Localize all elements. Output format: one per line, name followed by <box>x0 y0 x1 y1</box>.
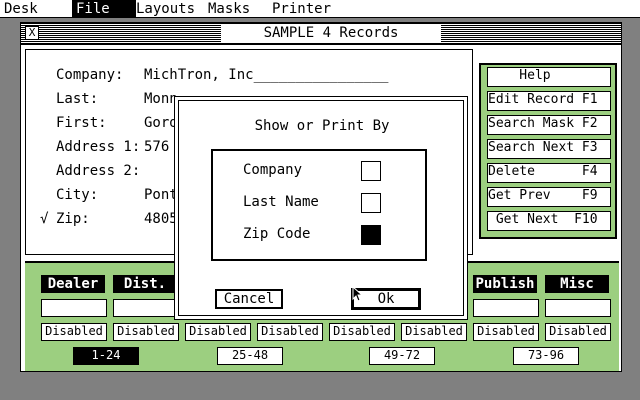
checkmark-icon: √ <box>40 211 49 227</box>
sort-options-box: Company Last Name Zip Code <box>211 149 427 261</box>
cancel-button[interactable]: Cancel <box>215 289 283 309</box>
disabled-toggle[interactable]: Disabled <box>329 323 395 341</box>
category-input[interactable] <box>41 299 107 317</box>
disabled-toggle[interactable]: Disabled <box>545 323 611 341</box>
mouse-pointer-icon <box>352 286 364 302</box>
disabled-toggle[interactable]: Disabled <box>473 323 539 341</box>
category-dealer[interactable]: Dealer <box>41 275 105 293</box>
option-checkbox-zip-code[interactable] <box>361 225 381 245</box>
field-label-zip: Zip: <box>56 211 90 227</box>
function-panel: Help Edit Record F1 Search Mask F2 Searc… <box>479 63 617 239</box>
category-input[interactable] <box>473 299 539 317</box>
field-value-address1[interactable]: 576 <box>144 138 169 156</box>
field-value-last[interactable]: Monn <box>144 90 178 108</box>
menu-file[interactable]: File <box>72 0 136 18</box>
get-prev-button[interactable]: Get Prev F9 <box>487 187 611 207</box>
dialog-title: Show or Print By <box>254 118 390 134</box>
disabled-toggle[interactable]: Disabled <box>113 323 179 341</box>
option-checkbox-last-name[interactable] <box>361 193 381 213</box>
field-value-company[interactable]: MichTron, Inc________________ <box>144 66 388 84</box>
menu-masks[interactable]: Masks <box>204 0 254 18</box>
search-next-button[interactable]: Search Next F3 <box>487 139 611 159</box>
category-input[interactable] <box>113 299 179 317</box>
disabled-toggle[interactable]: Disabled <box>257 323 323 341</box>
page-tab-25-48[interactable]: 25-48 <box>217 347 283 365</box>
get-next-button[interactable]: Get Next F10 <box>487 211 611 231</box>
field-value-city[interactable]: Pont <box>144 186 178 204</box>
field-value-zip[interactable]: 4805 <box>144 210 178 228</box>
disabled-toggle[interactable]: Disabled <box>401 323 467 341</box>
menu-layouts[interactable]: Layouts <box>132 0 199 18</box>
delete-button[interactable]: Delete F4 <box>487 163 611 183</box>
edit-record-button[interactable]: Edit Record F1 <box>487 91 611 111</box>
field-label-first: First: <box>56 115 107 131</box>
category-publish[interactable]: Publish <box>473 275 537 293</box>
disabled-toggle[interactable]: Disabled <box>41 323 107 341</box>
menu-printer[interactable]: Printer <box>268 0 335 18</box>
field-label-address2: Address 2: <box>56 163 141 179</box>
option-checkbox-company[interactable] <box>361 161 381 181</box>
option-label-zip-code: Zip Code <box>243 226 311 242</box>
page-tab-49-72[interactable]: 49-72 <box>369 347 435 365</box>
menu-bar: Desk File Layouts Masks Printer <box>0 0 640 18</box>
search-mask-button[interactable]: Search Mask F2 <box>487 115 611 135</box>
field-label-company: Company: <box>56 67 124 83</box>
help-button[interactable]: Help <box>487 67 611 87</box>
option-label-company: Company <box>243 162 303 178</box>
close-icon[interactable]: X <box>25 26 39 40</box>
show-print-dialog: Show or Print By Company Last Name Zip C… <box>174 96 468 320</box>
option-label-last-name: Last Name <box>243 194 319 210</box>
page-tab-1-24[interactable]: 1-24 <box>73 347 139 365</box>
field-label-address1: Address 1: <box>56 139 141 155</box>
field-label-city: City: <box>56 187 99 203</box>
category-dist[interactable]: Dist. <box>113 275 177 293</box>
window-title: SAMPLE 4 Records <box>221 25 441 42</box>
page-tab-73-96[interactable]: 73-96 <box>513 347 579 365</box>
field-value-first[interactable]: Gord <box>144 114 178 132</box>
dialog-frame: Show or Print By Company Last Name Zip C… <box>178 100 464 316</box>
category-input[interactable] <box>545 299 611 317</box>
disabled-toggle[interactable]: Disabled <box>185 323 251 341</box>
category-misc[interactable]: Misc <box>545 275 609 293</box>
field-label-last: Last: <box>56 91 99 107</box>
menu-desk[interactable]: Desk <box>0 0 42 18</box>
window-title-bar[interactable]: X SAMPLE 4 Records <box>21 23 621 45</box>
